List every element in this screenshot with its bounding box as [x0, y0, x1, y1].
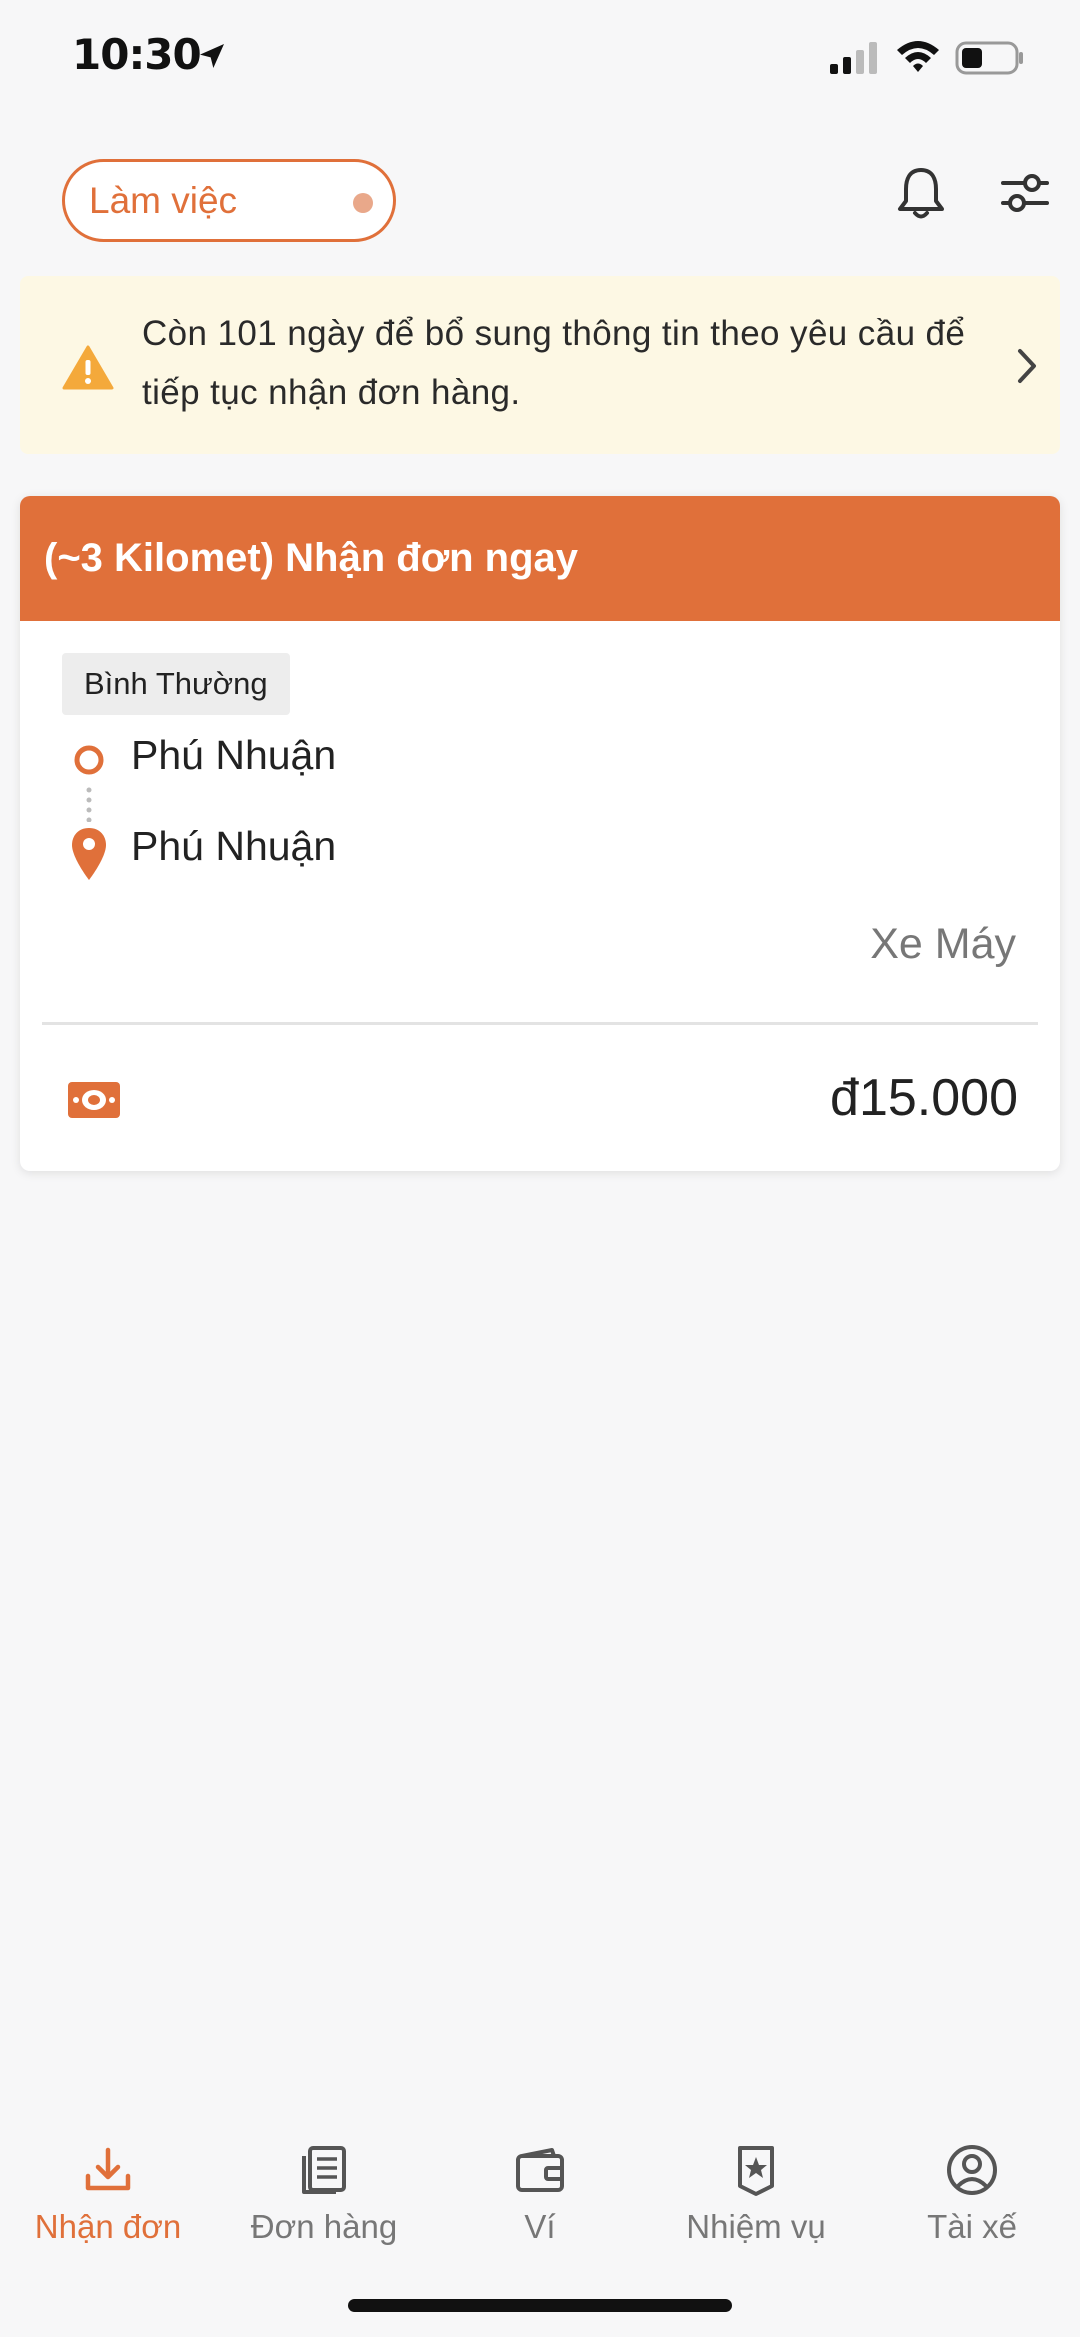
nav-label: Tài xế [927, 2208, 1017, 2245]
nav-item-don-hang[interactable]: Đơn hàng [216, 2120, 432, 2260]
order-card[interactable]: (~3 Kilomet) Nhận đơn ngay Bình Thường P… [20, 496, 1060, 1171]
status-time: 10:30 [72, 30, 202, 79]
badge-star-icon [738, 2146, 774, 2196]
wallet-icon [516, 2148, 564, 2192]
divider [42, 1022, 1038, 1025]
route-dots [86, 787, 92, 822]
order-type-tag: Bình Thường [62, 653, 290, 715]
bottom-nav: Nhận đơn Đơn hàng Ví Nhiệm vụ Tài xế [0, 2120, 1080, 2260]
download-icon [85, 2147, 131, 2191]
battery-icon [955, 41, 1023, 75]
cellular-signal-icon [830, 42, 877, 74]
nav-label: Ví [524, 2208, 556, 2245]
document-icon [302, 2146, 346, 2194]
order-header-title: (~3 Kilomet) Nhận đơn ngay [44, 536, 579, 580]
nav-item-nhan-don[interactable]: Nhận đơn [0, 2120, 216, 2260]
warning-icon [62, 345, 114, 390]
work-status-label: Làm việc [89, 180, 238, 221]
nav-item-tai-xe[interactable]: Tài xế [864, 2120, 1080, 2260]
banner-text: Còn 101 ngày để bổ sung thông tin theo y… [142, 314, 966, 412]
nav-label: Đơn hàng [250, 2208, 398, 2245]
order-card-header[interactable]: (~3 Kilomet) Nhận đơn ngay [20, 496, 1060, 621]
wifi-icon [897, 41, 939, 72]
cash-icon [68, 1082, 120, 1118]
bell-icon[interactable] [895, 165, 947, 221]
location-arrow-icon [200, 44, 224, 68]
vehicle-type: Xe Máy [870, 920, 1016, 968]
nav-item-vi[interactable]: Ví [432, 2120, 648, 2260]
order-price: đ15.000 [830, 1069, 1018, 1127]
status-dot [353, 193, 373, 213]
nav-label: Nhiệm vụ [686, 2208, 826, 2245]
filter-settings-icon[interactable] [1000, 170, 1050, 216]
pickup-circle-icon [74, 745, 104, 775]
map-pin-icon [72, 828, 106, 880]
status-bar: 10:30 [0, 0, 1080, 120]
user-circle-icon [947, 2145, 997, 2195]
profile-deadline-banner[interactable]: Còn 101 ngày để bổ sung thông tin theo y… [20, 276, 1060, 454]
nav-label: Nhận đơn [34, 2208, 182, 2245]
chevron-right-icon [1018, 349, 1036, 383]
nav-item-nhiem-vu[interactable]: Nhiệm vụ [648, 2120, 864, 2260]
dropoff-location: Phú Nhuận [131, 823, 337, 869]
home-indicator [348, 2299, 732, 2312]
work-status-toggle[interactable]: Làm việc [62, 159, 396, 242]
pickup-location: Phú Nhuận [131, 732, 337, 778]
screen: 10:30 Làm việc Còn 101 ngày để bổ sung t… [0, 0, 1080, 2337]
